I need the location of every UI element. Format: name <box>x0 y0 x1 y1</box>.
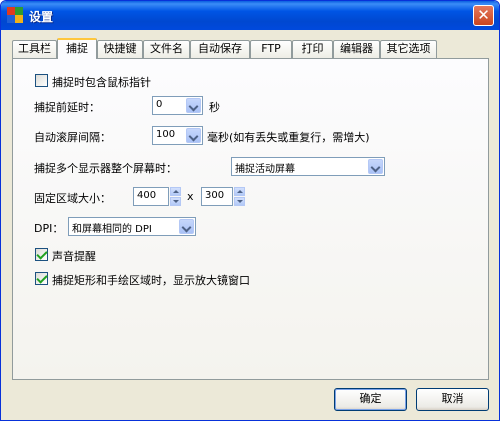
dpi-select[interactable]: 和屏幕相同的 DPI <box>68 217 196 236</box>
size-separator: x <box>187 190 194 203</box>
chevron-down-icon[interactable] <box>186 98 201 113</box>
fixed-height-input[interactable]: 300 <box>201 187 233 206</box>
cancel-button[interactable]: 取消 <box>416 388 489 411</box>
fixed-width-value: 400 <box>137 190 157 201</box>
delay-select[interactable]: 0 <box>152 96 203 115</box>
fixed-height-value: 300 <box>205 190 225 201</box>
delay-unit: 秒 <box>209 101 220 114</box>
tab-print[interactable]: 打印 <box>292 40 333 58</box>
multi-monitor-label: 捕捉多个显示器整个屏幕时： <box>34 162 177 175</box>
show-magnifier-checkbox[interactable] <box>35 272 48 285</box>
tab-filename[interactable]: 文件名 <box>143 40 190 58</box>
scroll-interval-select[interactable]: 100 <box>152 126 203 145</box>
fixed-region-label: 固定区域大小： <box>34 192 111 205</box>
sound-alert-label[interactable]: 声音提醒 <box>52 248 96 264</box>
close-icon: ✕ <box>477 6 490 24</box>
tab-other-options[interactable]: 其它选项 <box>380 40 437 58</box>
dpi-label: DPI： <box>34 222 64 235</box>
title-bar[interactable]: 设置 ✕ <box>1 1 499 30</box>
app-icon <box>7 7 23 23</box>
include-cursor-checkbox[interactable] <box>35 74 48 87</box>
chevron-down-icon[interactable] <box>368 159 383 174</box>
tab-capture[interactable]: 捕捉 <box>57 38 97 59</box>
delay-value: 0 <box>156 99 163 110</box>
tab-toolbar[interactable]: 工具栏 <box>12 40 57 58</box>
sound-alert-checkbox[interactable] <box>35 248 48 261</box>
fixed-height-spinner[interactable] <box>234 187 245 206</box>
spin-down-icon[interactable] <box>234 197 245 206</box>
chevron-down-icon[interactable] <box>186 128 201 143</box>
spin-up-icon[interactable] <box>170 187 181 196</box>
tab-autosave[interactable]: 自动保存 <box>190 40 250 58</box>
ok-button[interactable]: 确定 <box>334 388 407 411</box>
capture-settings-panel: 捕捉时包含鼠标指针 捕捉前延时： 0 秒 自动滚屏间隔： 100 毫秒(如有丢失… <box>12 58 489 380</box>
fixed-width-spinner[interactable] <box>170 187 181 206</box>
spin-up-icon[interactable] <box>234 187 245 196</box>
include-cursor-label[interactable]: 捕捉时包含鼠标指针 <box>52 74 151 90</box>
tab-hotkeys[interactable]: 快捷键 <box>97 40 143 58</box>
scroll-interval-value: 100 <box>156 129 176 140</box>
spin-down-icon[interactable] <box>170 197 181 206</box>
window-title: 设置 <box>29 10 54 24</box>
multi-monitor-value: 捕捉活动屏幕 <box>235 164 295 175</box>
show-magnifier-label[interactable]: 捕捉矩形和手绘区域时，显示放大镜窗口 <box>52 272 250 288</box>
scroll-interval-label: 自动滚屏间隔： <box>34 131 111 144</box>
delay-label: 捕捉前延时： <box>34 101 100 114</box>
dpi-value: 和屏幕相同的 DPI <box>72 224 152 235</box>
fixed-width-input[interactable]: 400 <box>133 187 169 206</box>
tab-ftp[interactable]: FTP <box>250 40 292 58</box>
scroll-interval-unit: 毫秒(如有丢失或重复行，需增大) <box>207 131 370 144</box>
tab-editor[interactable]: 编辑器 <box>333 40 380 58</box>
multi-monitor-select[interactable]: 捕捉活动屏幕 <box>231 157 385 176</box>
close-button[interactable]: ✕ <box>473 5 494 26</box>
chevron-down-icon[interactable] <box>179 219 194 234</box>
settings-window: 设置 ✕ 工具栏 捕捉 快捷键 文件名 自动保存 FTP 打印 编辑器 其它选项… <box>0 0 500 421</box>
